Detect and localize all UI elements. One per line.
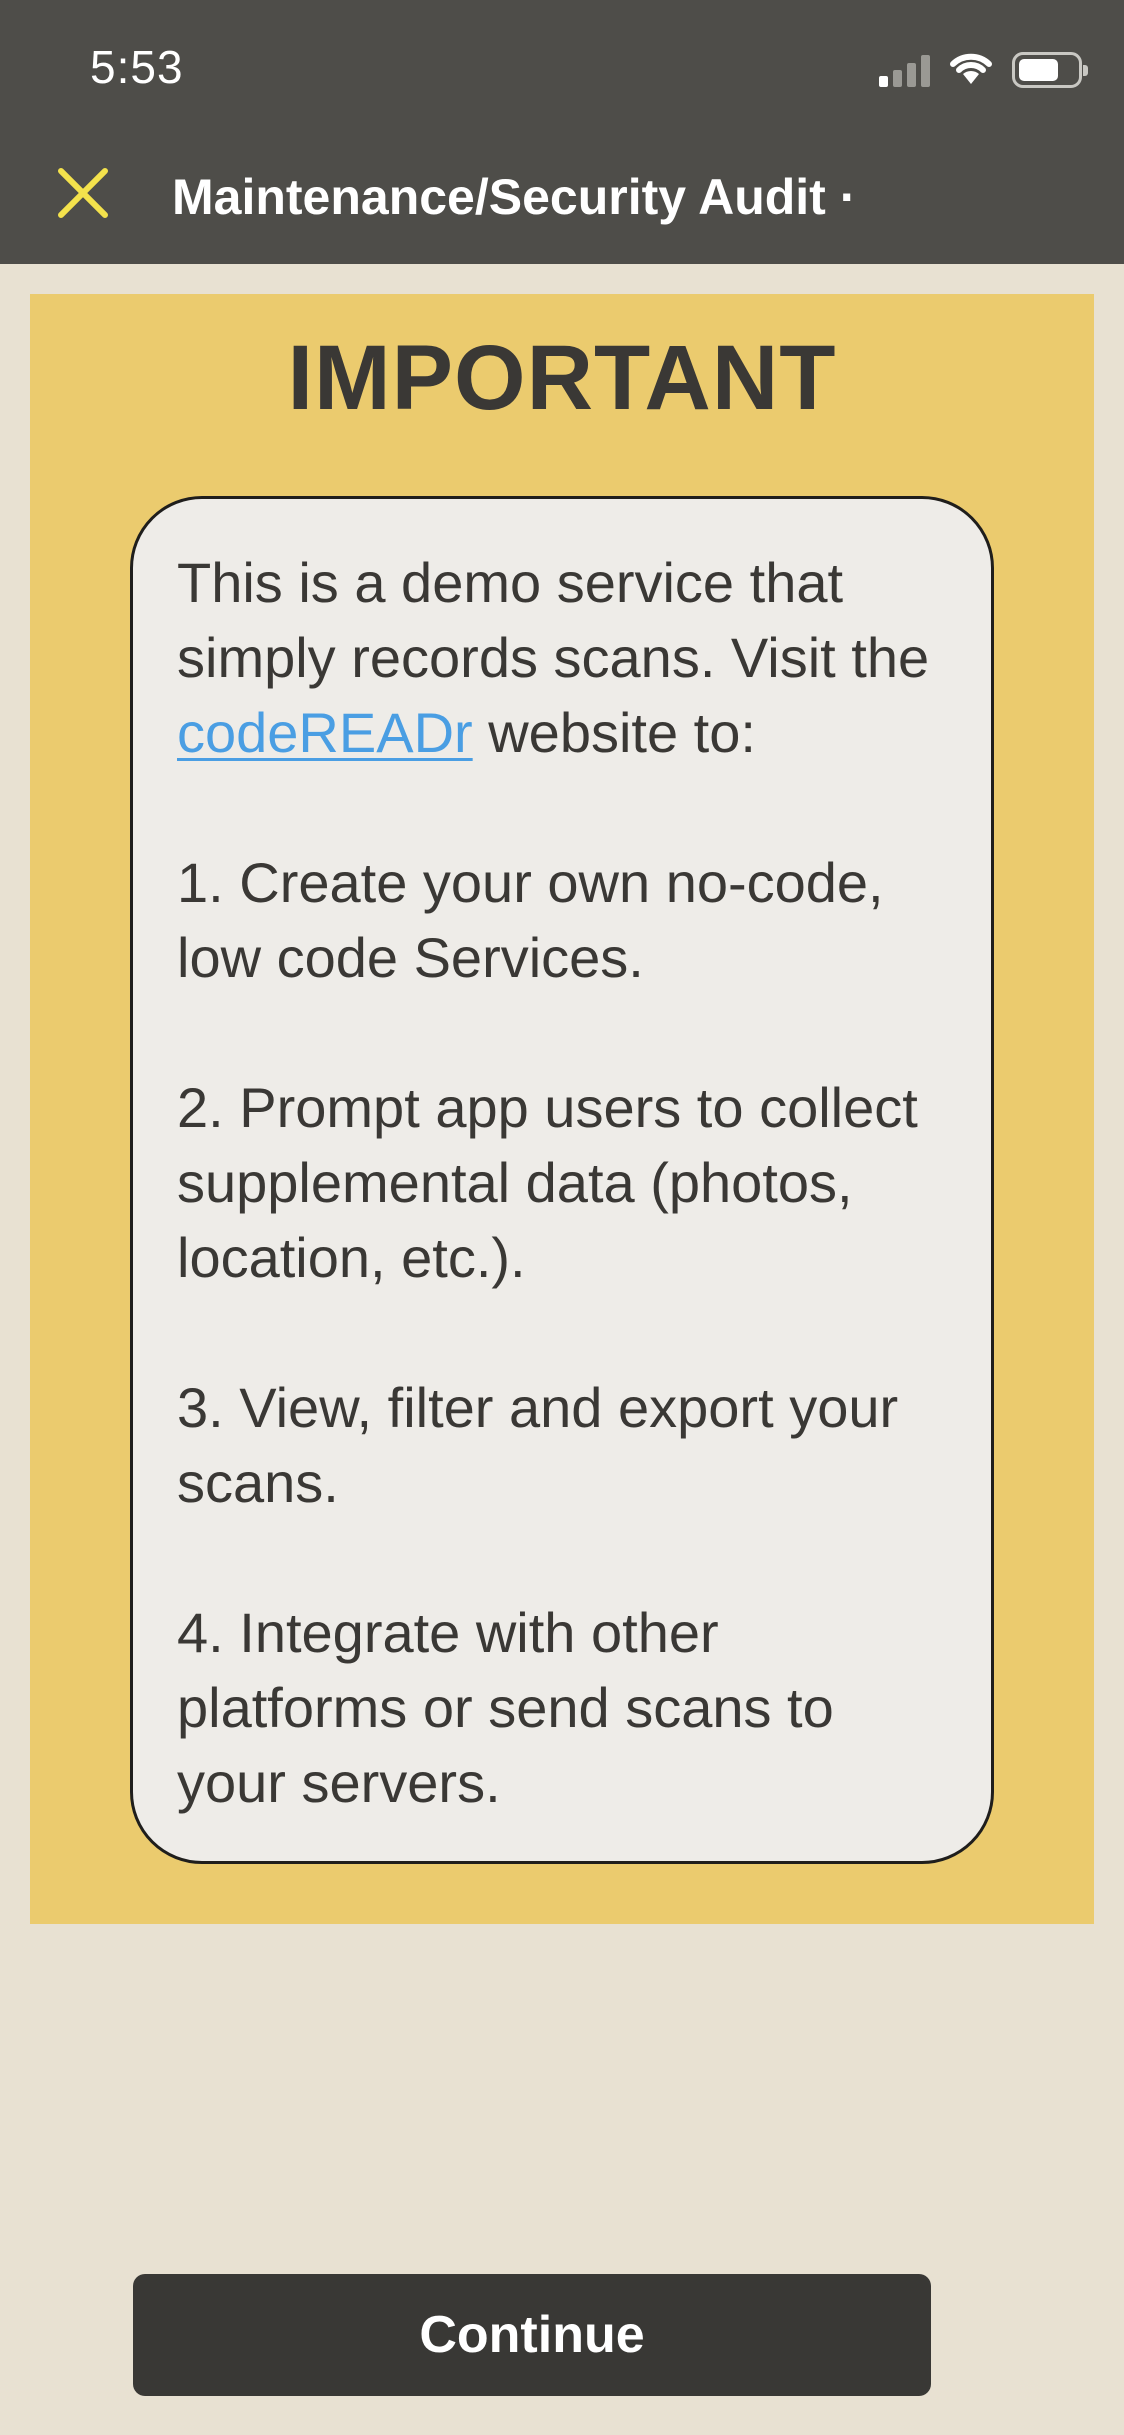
signal-bar (907, 63, 916, 87)
codereadr-link[interactable]: codeREADr (177, 701, 473, 764)
close-button[interactable] (50, 162, 116, 228)
signal-icon (879, 53, 930, 87)
list-item-4: 4. Integrate with other platforms or sen… (177, 1601, 850, 1814)
close-icon (55, 165, 111, 226)
signal-bar (879, 76, 888, 87)
list-item-2: 2. Prompt app users to collect supplemen… (177, 1076, 934, 1289)
list-item-1: 1. Create your own no-code, low code Ser… (177, 851, 900, 989)
notice-card: This is a demo service that simply recor… (130, 496, 994, 1864)
notice-heading: IMPORTANT (287, 327, 837, 429)
battery-icon (1012, 52, 1088, 88)
header-title: Maintenance/Security Audit · (172, 169, 857, 225)
battery-level (1019, 59, 1059, 81)
notice-panel: IMPORTANT This is a demo service that si… (30, 294, 1094, 1924)
signal-bar (921, 55, 930, 87)
intro-text: This is a demo service that simply recor… (177, 551, 945, 689)
status-icons (879, 50, 1088, 91)
list-item-3: 3. View, filter and export your scans. (177, 1376, 914, 1514)
status-time: 5:53 (90, 41, 184, 93)
signal-bar (893, 70, 902, 87)
intro-text-end: website to: (472, 701, 756, 764)
wifi-icon (948, 50, 994, 91)
intro-paragraph: This is a demo service that simply recor… (177, 545, 951, 770)
top-bar: 5:53 Maintenance/Security Audit · (0, 0, 1124, 264)
continue-button[interactable]: Continue (133, 2274, 931, 2396)
